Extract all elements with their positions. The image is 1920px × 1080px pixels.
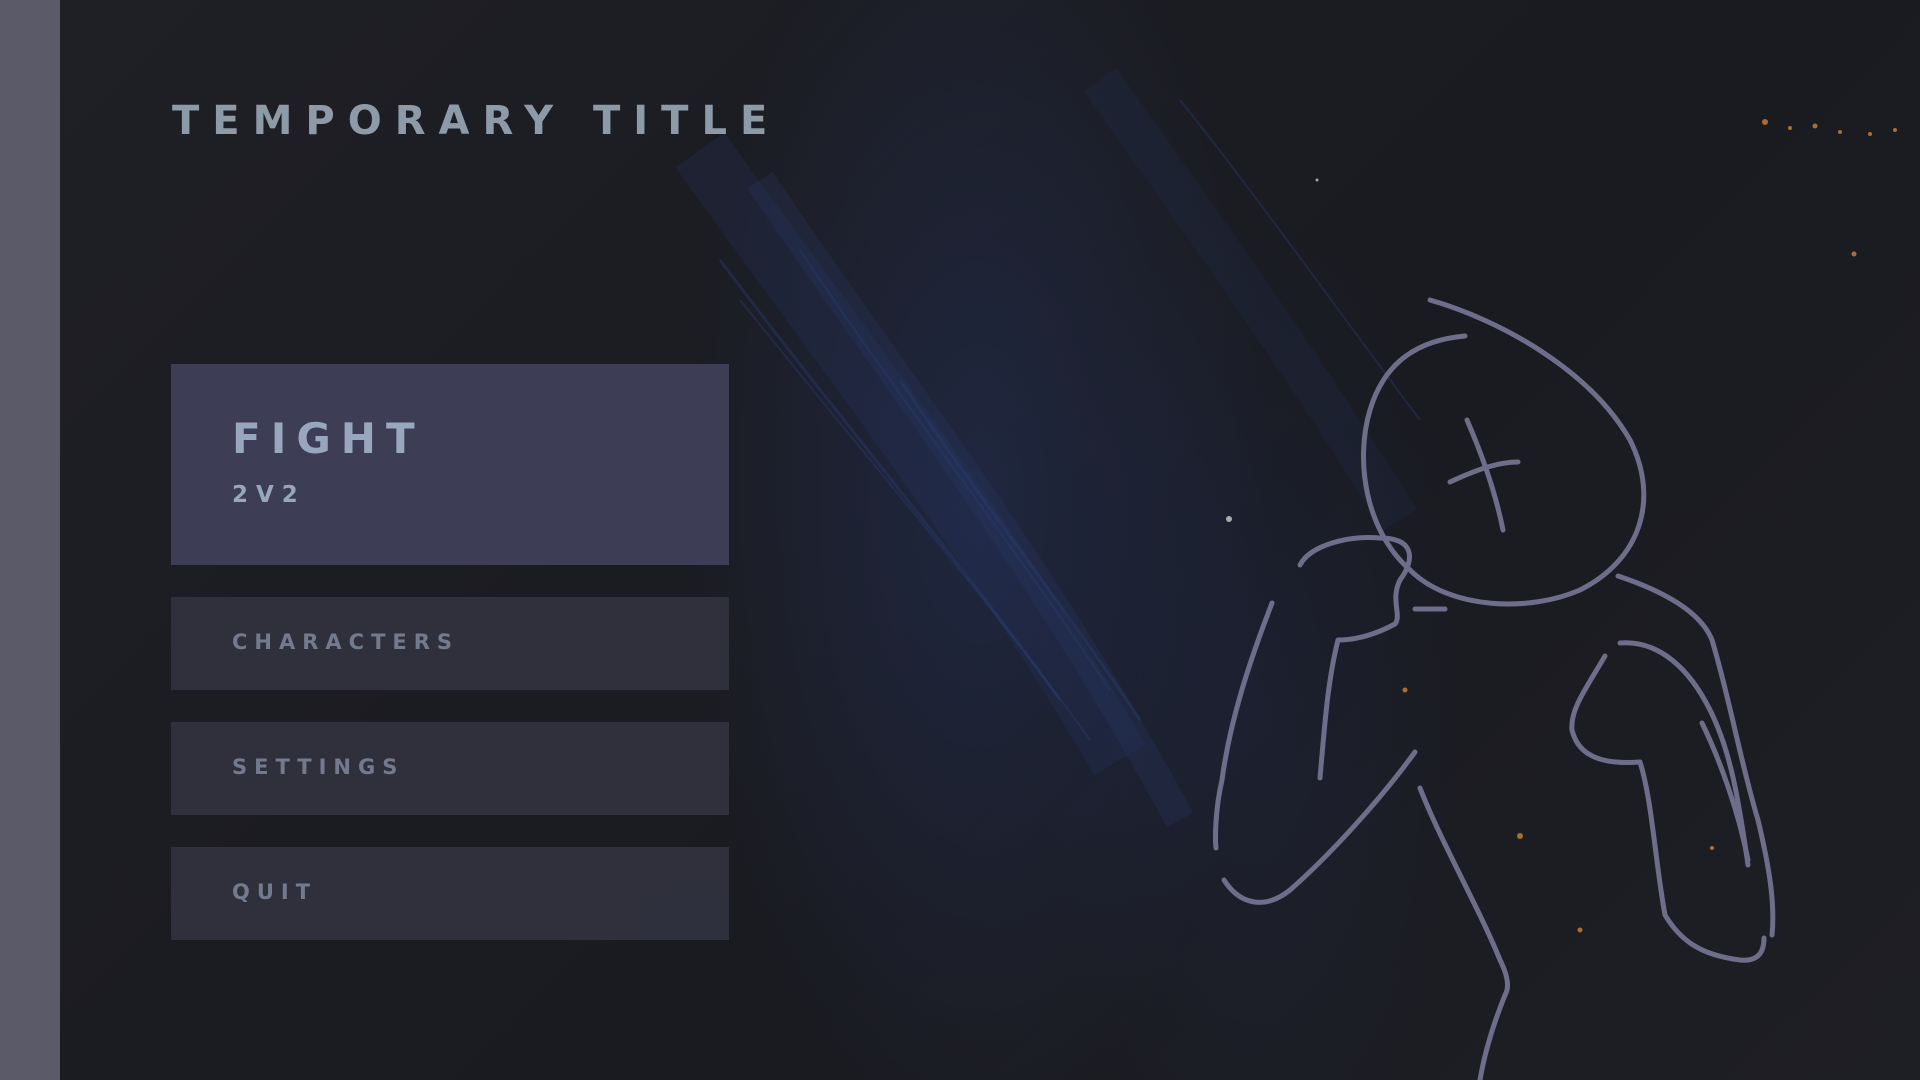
stick-figure-sketch-icon: [1213, 297, 1776, 1080]
main-menu-screen: TEMPORARY TITLE FIGHT 2V2 CHARACTERS SET…: [0, 0, 1920, 1080]
